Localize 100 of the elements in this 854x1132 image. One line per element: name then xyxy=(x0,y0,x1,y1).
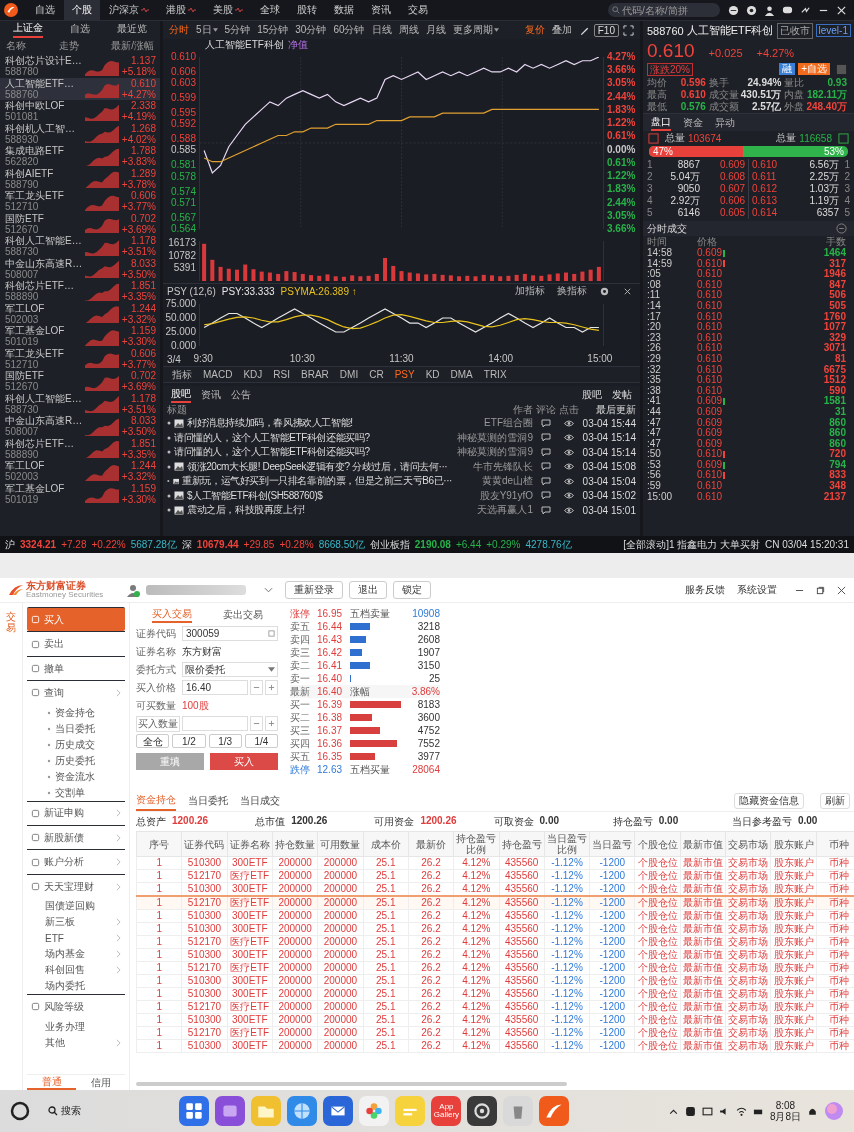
keyboard-icon[interactable] xyxy=(701,1105,713,1117)
indicator-tab[interactable]: 指标 xyxy=(167,367,197,382)
header-button[interactable]: 锁定 xyxy=(393,581,431,599)
header-link[interactable]: 系统设置 xyxy=(737,583,777,597)
positions-tab[interactable]: 当日委托 xyxy=(188,791,228,811)
start-icon[interactable] xyxy=(10,1101,30,1121)
news-action[interactable]: 股吧 xyxy=(582,387,602,402)
stock-tag[interactable]: 融 xyxy=(779,63,796,75)
header-button[interactable]: 重新登录 xyxy=(285,581,343,599)
news-tab[interactable]: 股吧 xyxy=(171,386,191,403)
period-tab[interactable]: 5日 xyxy=(193,23,221,37)
menu-item[interactable]: 场内委托 xyxy=(27,978,125,995)
price-field[interactable]: 16.40 xyxy=(182,680,248,695)
photos-app-icon[interactable] xyxy=(359,1096,390,1126)
nav-tab[interactable]: 沪深京 xyxy=(101,0,157,20)
mail-app-icon[interactable] xyxy=(323,1096,354,1126)
period-tab[interactable]: 日线 xyxy=(368,23,395,37)
indicator-tab[interactable]: PSY xyxy=(389,369,420,380)
trade-tab[interactable]: 买入交易 xyxy=(151,607,192,623)
collapse-icon[interactable] xyxy=(836,223,847,234)
period-tab[interactable]: 15分钟 xyxy=(254,23,292,37)
indicator-button[interactable]: 加指标 xyxy=(512,284,548,298)
menu-item[interactable]: 其他 xyxy=(27,1034,125,1051)
table-row[interactable]: 1 510300 300ETF 200000 200000 25.1 26.2 4.12% 435560 -1.12% -1200 个股仓位 最新市值 交易市场 股东账户 币种 xyxy=(136,987,854,1001)
quantity-button[interactable]: 全仓 xyxy=(136,734,170,748)
menu-item[interactable]: 历史委托 xyxy=(27,752,125,769)
menu-item[interactable]: 天天宝理财 xyxy=(27,873,125,899)
menu-item[interactable]: 当日委托 xyxy=(27,720,125,737)
news-tab[interactable]: 公告 xyxy=(231,387,251,402)
watchlist-row[interactable]: 人工智能ETF… 588760 0.610 +4.27% xyxy=(0,77,160,100)
quantity-field[interactable] xyxy=(182,716,248,731)
nav-tab[interactable]: 港股 xyxy=(158,0,204,20)
table-row[interactable]: 1 510300 300ETF 200000 200000 25.1 26.2 4.12% 435560 -1.12% -1200 个股仓位 最新市值 交易市场 股东账户 币种 xyxy=(136,922,854,936)
app-gallery-icon[interactable]: App Gallery xyxy=(431,1096,462,1126)
chevron-down-icon[interactable] xyxy=(264,587,273,593)
post-title[interactable]: $人工智能ETF科创(SH588760)$ xyxy=(187,488,323,503)
windows-app-icon[interactable] xyxy=(215,1096,246,1126)
period-tab[interactable]: 更多周期 xyxy=(449,23,502,37)
trade-tab[interactable]: 卖出交易 xyxy=(222,607,263,623)
watchlist-row[interactable]: 科创人工智能E… 588730 1.178 +3.51% xyxy=(0,235,160,258)
restore-icon[interactable] xyxy=(816,585,825,595)
table-row[interactable]: 1 510300 300ETF 200000 200000 25.1 26.2 4.12% 435560 -1.12% -1200 个股仓位 最新市值 交易市场 股东账户 币种 xyxy=(136,909,854,923)
indicator-tab[interactable]: RSI xyxy=(268,369,296,380)
menu-item[interactable]: 卖出 xyxy=(27,631,125,656)
indicator-tab[interactable]: BRAR xyxy=(296,369,334,380)
menu-item[interactable]: 新股新债 xyxy=(27,825,125,850)
news-tab[interactable]: 资讯 xyxy=(201,387,221,402)
quantity-button[interactable]: 1/3 xyxy=(208,734,242,748)
menu-item[interactable]: 场内基金 xyxy=(27,946,125,963)
menu-item[interactable]: 历史成交 xyxy=(27,736,125,753)
watchlist-row[interactable]: 国防ETF 512670 0.702 +3.69% xyxy=(0,212,160,235)
post-title[interactable]: 领涨20cm大长腿! DeepSeek逻辑有变? 分歧过后，请问去何··· xyxy=(187,459,448,474)
menu-item[interactable]: 资金流水 xyxy=(27,768,125,785)
menu-item[interactable]: 账户分析 xyxy=(27,849,125,874)
menu-item[interactable]: 科创回售 xyxy=(27,962,125,979)
indicator-tab[interactable]: TRIX xyxy=(478,369,512,380)
table-row[interactable]: 1 510300 300ETF 200000 200000 25.1 26.2 4.12% 435560 -1.12% -1200 个股仓位 最新市值 交易市场 股东账户 币种 xyxy=(136,1013,854,1027)
watchlist-row[interactable]: 军工龙头ETF 512710 0.606 +3.77% xyxy=(0,347,160,370)
table-row[interactable]: 1 510300 300ETF 200000 200000 25.1 26.2 4.12% 435560 -1.12% -1200 个股仓位 最新市值 交易市场 股东账户 币种 xyxy=(136,1039,854,1053)
minus-button[interactable] xyxy=(250,680,263,695)
eastmoney-app-icon[interactable] xyxy=(539,1096,570,1126)
menu-item[interactable]: ETF xyxy=(27,930,125,947)
table-row[interactable]: 1 512170 医疗ETF 200000 200000 25.1 26.2 4.12% 435560 -1.12% -1200 个股仓位 最新市值 交易市场 股东账户 币种 xyxy=(136,896,854,910)
post-title[interactable]: 震动之后，科技股再度上行! xyxy=(187,503,305,518)
fullscreen-icon[interactable] xyxy=(623,24,634,36)
indicator-button[interactable]: 换指标 xyxy=(554,284,590,298)
indicator-tab[interactable]: DMI xyxy=(334,369,364,380)
search-button[interactable]: 搜索 xyxy=(48,1104,81,1118)
period-tab[interactable]: 60分钟 xyxy=(330,23,368,37)
menu-item[interactable]: 新证申购 xyxy=(27,800,125,826)
positions-action[interactable]: 刷新 xyxy=(820,793,850,809)
nav-tab[interactable]: 股转 xyxy=(289,0,325,20)
plus-button[interactable] xyxy=(265,716,278,731)
clock[interactable]: 8:08 8月8日 xyxy=(769,1100,801,1122)
watchlist-row[interactable]: 集成电路ETF 562820 1.788 +3.83% xyxy=(0,145,160,168)
price-mode-menu[interactable]: 复价 xyxy=(521,23,548,37)
scrollbar-thumb[interactable] xyxy=(136,1082,567,1086)
panel-tab[interactable]: 盘口 xyxy=(651,114,671,131)
menu-item[interactable]: 新三板 xyxy=(27,914,125,931)
table-row[interactable]: 1 512170 医疗ETF 200000 200000 25.1 26.2 4.12% 435560 -1.12% -1200 个股仓位 最新市值 交易市场 股东账户 币种 xyxy=(136,1000,854,1014)
news-action[interactable]: 发帖 xyxy=(612,387,632,402)
post-title[interactable]: 利好消息持续加码，春风拂欢人工智能! xyxy=(187,416,353,431)
search-field[interactable]: 代码/名称/简拼 xyxy=(608,3,720,17)
positions-tab[interactable]: 当日成交 xyxy=(240,791,280,811)
list-tab[interactable]: 最近览 xyxy=(116,22,147,37)
post-title[interactable]: 请问懂的人，这个人工智能ETF科创还能买吗? xyxy=(174,430,370,445)
watchlist-row[interactable]: 科创芯片ETF… 588890 1.851 +3.35% xyxy=(0,437,160,460)
header-link[interactable]: 服务反馈 xyxy=(685,583,725,597)
quantity-button[interactable]: 1/2 xyxy=(172,734,206,748)
menu-item[interactable]: 撤单 xyxy=(27,655,125,681)
post-title[interactable]: 重新玩，运气好买到一只排名靠前的票，但是之前三天亏B6已··· xyxy=(182,474,452,489)
overlay-menu[interactable]: 叠加 xyxy=(548,23,575,37)
grid-app-icon[interactable] xyxy=(179,1096,210,1126)
indicator-tab[interactable]: DMA xyxy=(445,369,478,380)
indicator-tab[interactable]: MACD xyxy=(198,369,238,380)
code-field[interactable]: 300059 xyxy=(182,626,278,641)
menu-item[interactable]: 业务办理 xyxy=(27,1018,125,1035)
indicator-tab[interactable]: KDJ xyxy=(238,369,268,380)
watchlist-row[interactable]: 中金山东高速R… 508007 8.033 +3.50% xyxy=(0,415,160,438)
minus-button[interactable] xyxy=(250,716,263,731)
